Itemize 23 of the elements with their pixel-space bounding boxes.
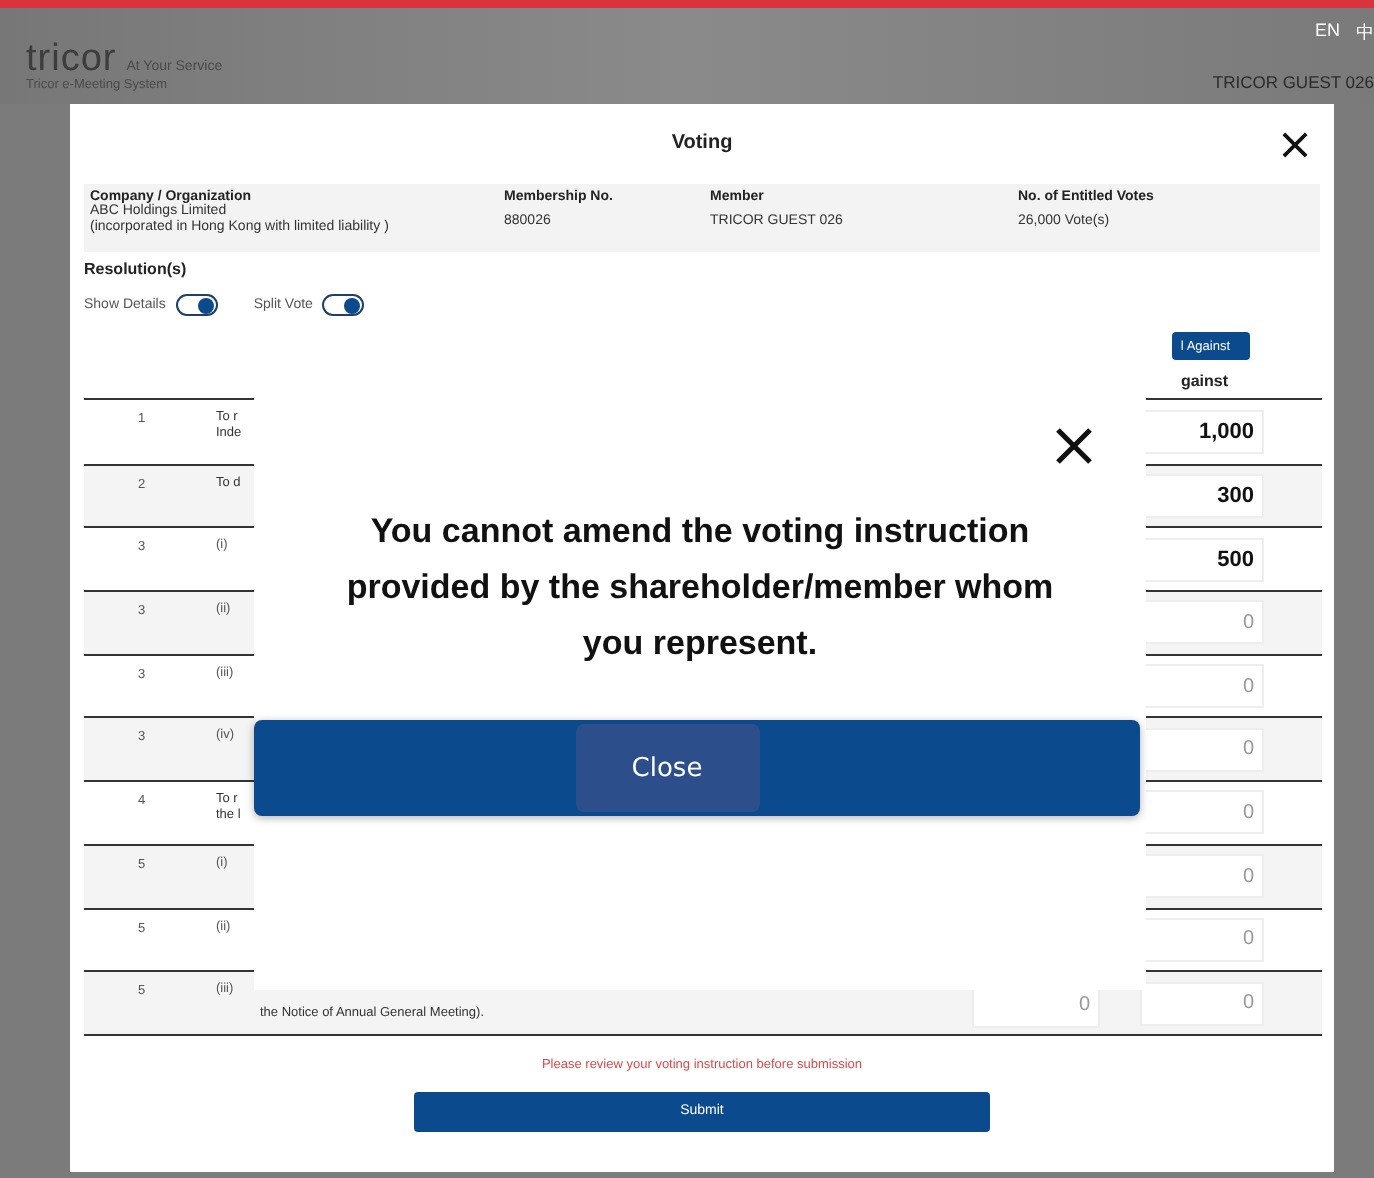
against-vote-field[interactable]: 0 <box>1140 600 1264 645</box>
against-vote-field[interactable]: 1,000 <box>1140 409 1264 454</box>
against-vote-field[interactable]: 0 <box>1140 664 1264 709</box>
toggle-switch[interactable] <box>322 294 365 316</box>
against-vote-field[interactable]: 0 <box>1140 790 1264 835</box>
user-name: TRICOR GUEST 026 <box>1212 72 1374 92</box>
language-link[interactable]: 中 <box>1356 20 1374 46</box>
against-vote-field[interactable]: 0 <box>1140 854 1264 899</box>
dialog-title: Voting <box>671 131 733 153</box>
close-button[interactable]: Close <box>575 724 759 812</box>
close-icon[interactable] <box>1054 426 1094 466</box>
language-link[interactable]: EN <box>1314 20 1340 46</box>
logo: tricor <box>26 44 117 76</box>
against-vote-field[interactable]: 0 <box>1140 981 1264 1026</box>
column-header: gainst <box>1180 372 1228 390</box>
alert-message: You cannot amend the voting instruction provided by the shareholder/member whom you represent. <box>344 510 1056 666</box>
against-vote-field[interactable]: 0 <box>1140 917 1264 962</box>
close-icon[interactable] <box>1282 132 1308 158</box>
against-vote-field[interactable]: 300 <box>1140 474 1264 519</box>
against-vote-field[interactable]: 500 <box>1140 537 1264 582</box>
section-title: Resolution(s) <box>84 260 189 278</box>
against-vote-field[interactable]: 0 <box>1140 727 1264 772</box>
toggle-switch[interactable] <box>175 294 218 316</box>
